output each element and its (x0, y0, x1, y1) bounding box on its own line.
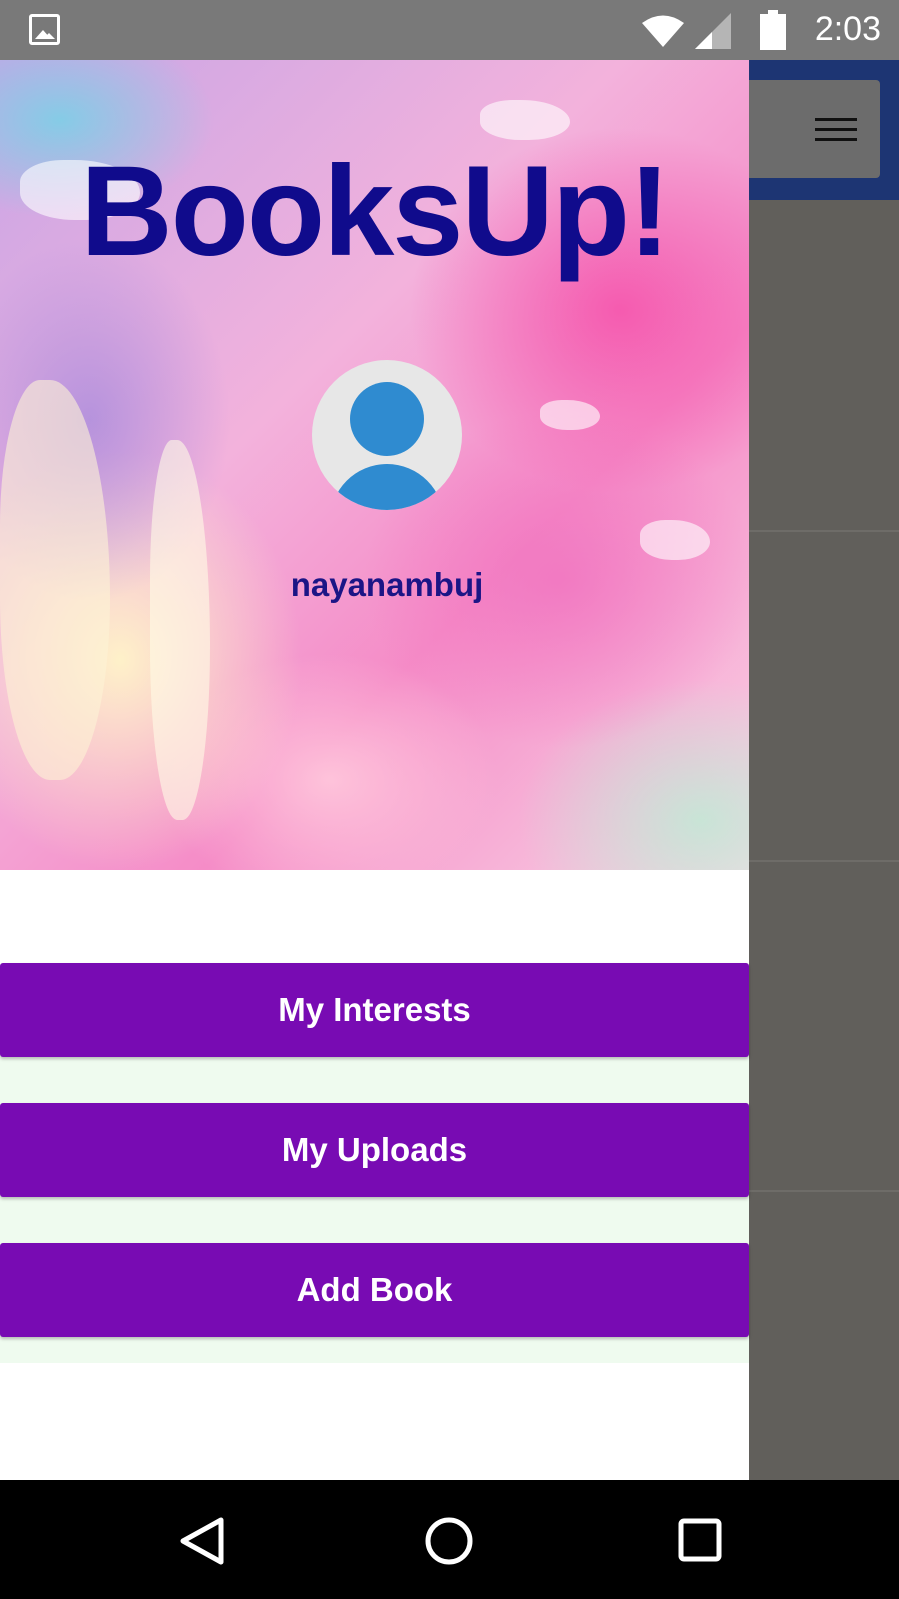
wifi-icon (642, 15, 684, 47)
status-bar: 2:03 (0, 0, 899, 60)
battery-icon (760, 10, 786, 50)
username: nayanambuj (290, 566, 484, 603)
avatar[interactable] (312, 360, 462, 510)
list-divider (735, 530, 899, 532)
recents-icon[interactable] (678, 1518, 722, 1562)
image-notification-icon (29, 14, 60, 45)
list-divider (735, 1190, 899, 1192)
cell-signal-icon (695, 13, 731, 49)
navigation-drawer: BooksUp! nayanambuj My Interests My Uplo… (0, 60, 749, 1480)
drawer-body: My Interests My Uploads Add Book (0, 870, 749, 1480)
add-book-button[interactable]: Add Book (0, 1243, 749, 1337)
app-title: BooksUp! (80, 140, 670, 283)
system-navigation-bar (0, 1480, 899, 1599)
list-divider (735, 860, 899, 862)
back-icon[interactable] (178, 1516, 226, 1566)
background-app (735, 60, 899, 1480)
my-uploads-button[interactable]: My Uploads (0, 1103, 749, 1197)
my-interests-button[interactable]: My Interests (0, 963, 749, 1057)
hamburger-menu-icon (815, 118, 857, 142)
drawer-header: BooksUp! nayanambuj (0, 60, 749, 870)
background-menu-button[interactable] (735, 80, 880, 178)
user-avatar-icon (350, 382, 424, 456)
home-icon[interactable] (424, 1516, 474, 1566)
status-time: 2:03 (814, 10, 881, 48)
